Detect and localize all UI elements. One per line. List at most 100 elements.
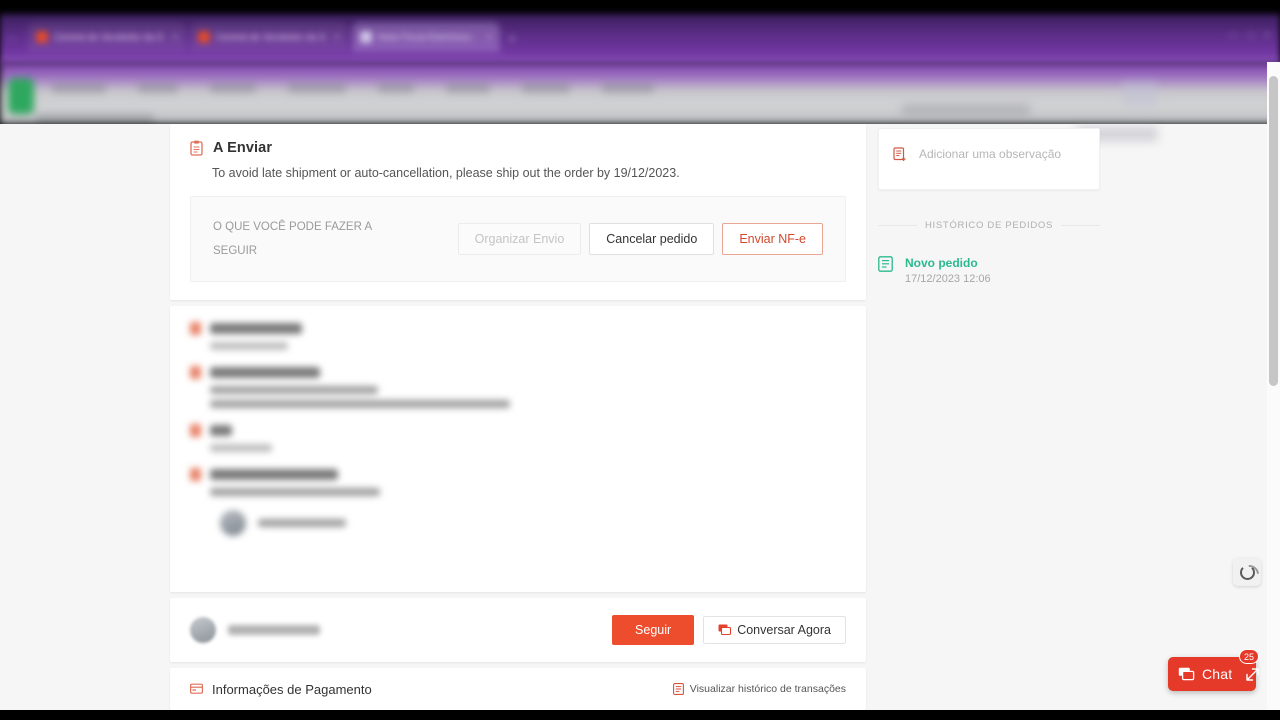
header-nav-item[interactable] bbox=[138, 84, 178, 93]
tab-favicon-icon bbox=[198, 31, 210, 43]
header-breadcrumb bbox=[36, 114, 154, 123]
detail-block-title bbox=[210, 367, 320, 378]
close-icon[interactable]: × bbox=[172, 32, 178, 43]
browser-tab-strip: ⌄ Central de Vendedor da Shop × Central … bbox=[0, 14, 1280, 64]
payment-icon bbox=[190, 683, 203, 695]
vertical-scrollbar-thumb[interactable] bbox=[1269, 76, 1278, 386]
order-id-icon bbox=[190, 322, 201, 335]
payment-header: Informações de Pagamento bbox=[190, 682, 372, 697]
tab-favicon-icon bbox=[360, 31, 372, 43]
driver-row bbox=[220, 510, 846, 536]
avatar bbox=[190, 617, 216, 643]
screen-root: ⌄ Central de Vendedor da Shop × Central … bbox=[0, 0, 1280, 720]
history-item-timestamp: 17/12/2023 12:06 bbox=[905, 273, 991, 285]
cep-icon bbox=[190, 424, 201, 437]
location-pin-icon bbox=[190, 366, 201, 379]
top-black-strip bbox=[0, 0, 1280, 14]
add-note-placeholder: Adicionar uma observação bbox=[919, 147, 1062, 161]
detail-block-title bbox=[210, 469, 338, 480]
header-nav-item[interactable] bbox=[602, 84, 654, 93]
tab-favicon-icon bbox=[36, 31, 48, 43]
driver-name bbox=[258, 519, 346, 527]
order-doc-icon bbox=[878, 256, 893, 272]
detail-block-value bbox=[210, 488, 380, 496]
close-icon[interactable]: × bbox=[486, 32, 492, 43]
browser-tab-3-active[interactable]: Nota Fiscal Eletrônica - Bling × bbox=[352, 22, 500, 52]
browser-tab-2[interactable]: Central de Vendedor da Shop × bbox=[190, 22, 348, 52]
seller-username bbox=[228, 625, 320, 635]
next-steps-label: O QUE VOCÊ PODE FAZER A SEGUIR bbox=[213, 221, 372, 257]
app-logo-icon[interactable] bbox=[8, 78, 34, 114]
header-nav bbox=[52, 84, 654, 93]
clipboard-icon bbox=[190, 140, 203, 156]
sidebar-top-title bbox=[902, 104, 1030, 116]
history-item-text: Novo pedido 17/12/2023 12:06 bbox=[905, 256, 991, 285]
header-nav-item[interactable] bbox=[522, 84, 570, 93]
detail-block-delivery-address bbox=[190, 366, 846, 408]
chat-bubble-icon bbox=[718, 624, 732, 636]
browser-tab-title: Central de Vendedor da Shop bbox=[216, 31, 326, 43]
expand-icon[interactable] bbox=[1246, 667, 1260, 681]
status-card-header: A Enviar bbox=[190, 140, 846, 156]
transaction-history-label: Visualizar histórico de transações bbox=[689, 683, 846, 695]
window-close-icon[interactable]: × bbox=[1264, 30, 1270, 41]
loading-spinner-icon bbox=[1239, 564, 1255, 580]
detail-block-value bbox=[210, 400, 510, 408]
browser-tab-title: Central de Vendedor da Shop bbox=[54, 31, 164, 43]
browser-tab-title: Nota Fiscal Eletrônica - Bling bbox=[378, 31, 478, 43]
order-details-blurred-content bbox=[190, 322, 846, 536]
header-nav-item[interactable] bbox=[446, 84, 490, 93]
header-nav-item[interactable] bbox=[52, 84, 106, 93]
loading-spinner-button[interactable] bbox=[1233, 558, 1261, 586]
close-icon[interactable]: × bbox=[334, 32, 340, 43]
minimize-icon[interactable]: — bbox=[1228, 30, 1238, 41]
browser-tab-1[interactable]: Central de Vendedor da Shop × bbox=[28, 22, 186, 52]
add-note-card[interactable]: Adicionar uma observação bbox=[878, 128, 1100, 190]
separator-line-left bbox=[878, 225, 917, 226]
detail-block-title bbox=[210, 323, 302, 334]
status-description: To avoid late shipment or auto-cancellat… bbox=[212, 166, 680, 180]
header-nav-item[interactable] bbox=[378, 84, 414, 93]
detail-block-logistics bbox=[190, 468, 846, 536]
detail-block-title bbox=[210, 425, 232, 436]
window-controls: — □ × bbox=[1228, 30, 1270, 41]
maximize-icon[interactable]: □ bbox=[1248, 30, 1254, 41]
history-icon bbox=[672, 683, 684, 695]
organizar-envio-button[interactable]: Organizar Envio bbox=[457, 223, 582, 255]
conversar-agora-label: Conversar Agora bbox=[737, 623, 831, 637]
bottom-black-strip bbox=[0, 710, 1280, 720]
detail-block-cep bbox=[190, 424, 846, 452]
chat-unread-badge: 25 bbox=[1239, 649, 1260, 664]
tab-list-chevron-icon[interactable]: ⌄ bbox=[8, 32, 16, 43]
chat-bubble-icon bbox=[1178, 667, 1195, 682]
history-item-title: Novo pedido bbox=[905, 256, 978, 270]
order-history-label: HISTÓRICO DE PEDIDOS bbox=[925, 220, 1054, 231]
page-title: A Enviar bbox=[213, 140, 273, 156]
header-nav-item[interactable] bbox=[210, 84, 256, 93]
cancelar-pedido-button[interactable]: Cancelar pedido bbox=[589, 223, 715, 255]
new-tab-button[interactable]: + bbox=[508, 30, 516, 46]
next-steps-panel: O QUE VOCÊ PODE FAZER A SEGUIR Organizar… bbox=[190, 196, 846, 282]
seller-actions: Seguir Conversar Agora bbox=[612, 615, 846, 645]
main-content-column: A Enviar To avoid late shipment or auto-… bbox=[170, 124, 866, 716]
order-status-card: A Enviar To avoid late shipment or auto-… bbox=[170, 124, 866, 300]
seller-card: Seguir Conversar Agora bbox=[170, 598, 866, 662]
status-action-buttons: Organizar Envio Cancelar pedido Enviar N… bbox=[457, 223, 823, 255]
detail-block-value bbox=[210, 386, 378, 394]
seguir-button[interactable]: Seguir bbox=[612, 615, 695, 645]
history-list-item[interactable]: Novo pedido 17/12/2023 12:06 bbox=[878, 256, 991, 285]
detail-block-value bbox=[210, 444, 272, 452]
seller-identity bbox=[190, 617, 320, 643]
conversar-agora-button[interactable]: Conversar Agora bbox=[703, 616, 846, 644]
transaction-history-link[interactable]: Visualizar histórico de transações bbox=[672, 683, 846, 695]
driver-avatar bbox=[220, 510, 246, 536]
detail-block-order-id bbox=[190, 322, 846, 350]
add-note-icon bbox=[893, 147, 907, 162]
enviar-nfe-button[interactable]: Enviar NF-e bbox=[722, 223, 823, 255]
chat-widget-label: Chat bbox=[1202, 666, 1233, 682]
order-details-card bbox=[170, 306, 866, 592]
page-body: A Enviar To avoid late shipment or auto-… bbox=[0, 104, 1280, 710]
separator-line-right bbox=[1061, 225, 1101, 226]
header-nav-item[interactable] bbox=[288, 84, 346, 93]
truck-icon bbox=[190, 468, 201, 481]
